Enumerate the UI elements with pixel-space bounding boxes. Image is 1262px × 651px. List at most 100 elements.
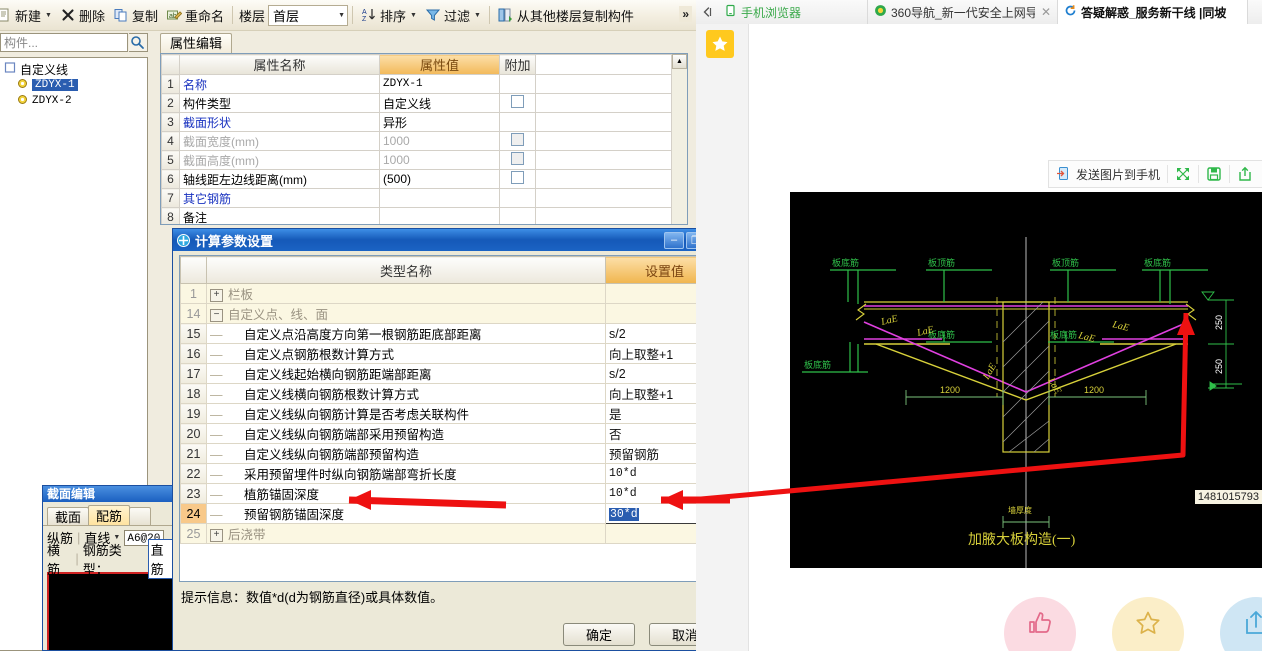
calc-dialog-titlebar[interactable]: 计算参数设置 – ❐ ✕ [173, 229, 696, 251]
row-value[interactable] [605, 303, 696, 324]
tab-section[interactable]: 截面 [47, 507, 90, 525]
row-attach[interactable] [499, 188, 536, 208]
tab-property-editor[interactable]: 属性编辑 [160, 33, 233, 53]
attach-checkbox[interactable] [511, 133, 524, 146]
toolbar-rename-button[interactable]: ab 重命名 [162, 2, 228, 28]
table-row[interactable]: 4 截面宽度(mm) 1000 [161, 131, 672, 151]
row-value[interactable]: 向上取整+1 [605, 383, 696, 404]
table-row[interactable]: 23 — 植筋锚固深度 10*d [180, 483, 696, 504]
table-row[interactable]: 25 + 后浇带 [180, 523, 696, 544]
tree-item-zdyx-1[interactable]: ZDYX-1 [0, 77, 147, 93]
property-scrollbar[interactable]: ▲ [671, 54, 687, 224]
row-attach[interactable] [499, 207, 536, 224]
row-value[interactable]: 异形 [379, 112, 500, 132]
row-value[interactable]: 向上取整+1 [605, 343, 696, 364]
toolbar-copy-from-floor-button[interactable]: 从其他楼层复制构件 [494, 2, 638, 28]
table-row[interactable]: 17 — 自定义线起始横向钢筋距端部距离 s/2 [180, 363, 696, 384]
floor-select[interactable]: 首层 ▼ [268, 4, 349, 26]
search-button[interactable] [129, 33, 148, 52]
tab-rebar[interactable]: 配筋 [88, 505, 131, 525]
minimize-button[interactable]: – [664, 231, 684, 249]
row-value[interactable] [605, 283, 696, 304]
row-attach[interactable] [499, 112, 536, 132]
attach-checkbox[interactable] [511, 152, 524, 165]
row-value[interactable] [379, 188, 500, 208]
table-row[interactable]: 7 其它钢筋 [161, 188, 672, 208]
table-row[interactable]: 18 — 自定义线横向钢筋根数计算方式 向上取整+1 [180, 383, 696, 404]
table-row[interactable]: 19 — 自定义线纵向钢筋计算是否考虑关联构件 是 [180, 403, 696, 424]
table-row[interactable]: 8 备注 [161, 207, 672, 224]
tab-scroll-left-button[interactable] [696, 0, 718, 24]
row-value[interactable]: 否 [605, 423, 696, 444]
table-row[interactable]: 1 名称 ZDYX-1 [161, 74, 672, 94]
row-value[interactable]: 自定义线 [379, 93, 500, 113]
chevron-down-icon[interactable]: ▼ [410, 12, 417, 19]
search-input[interactable]: 构件... [0, 33, 128, 52]
share-image-button[interactable] [1230, 161, 1260, 187]
row-value[interactable]: 预留钢筋 [605, 443, 696, 464]
table-row[interactable]: 1 + 栏板 [180, 283, 696, 304]
sidebar-favorite-button[interactable] [706, 30, 734, 58]
table-row[interactable]: 22 — 采用预留埋件时纵向钢筋端部弯折长度 10*d [180, 463, 696, 484]
toolbar-filter-button[interactable]: 过滤 ▼ [421, 2, 485, 28]
browser-tab-360nav[interactable]: 360导航_新一代安全上网导航 ✕ [868, 0, 1058, 24]
ok-button[interactable]: 确定 [563, 623, 635, 646]
table-row[interactable]: 21 — 自定义线纵向钢筋端部预留构造 预留钢筋 [180, 443, 696, 464]
table-row[interactable]: 16 — 自定义点钢筋根数计算方式 向上取整+1 [180, 343, 696, 364]
fullscreen-button[interactable] [1168, 161, 1198, 187]
section-preview-canvas[interactable] [47, 572, 178, 650]
row-value[interactable]: (500) [379, 169, 500, 189]
send-to-phone-button[interactable]: 发送图片到手机 [1049, 161, 1167, 187]
attach-checkbox[interactable] [511, 171, 524, 184]
row-value[interactable]: 10*d [605, 463, 696, 484]
row-attach[interactable] [499, 93, 536, 113]
tab-extra[interactable] [129, 507, 152, 525]
tree-item-zdyx-2[interactable]: ZDYX-2 [0, 93, 147, 109]
row-value[interactable]: 是 [605, 403, 696, 424]
row-value[interactable]: 1000 [379, 131, 500, 151]
row-value[interactable]: s/2 [605, 363, 696, 384]
expand-icon[interactable]: + [210, 529, 223, 543]
row-value[interactable] [605, 523, 696, 544]
row-value[interactable]: ZDYX-1 [379, 74, 500, 94]
toolbar-copy-button[interactable]: 复制 [109, 2, 162, 28]
chevron-down-icon[interactable]: ▼ [474, 12, 481, 19]
row-value[interactable]: 1000 [379, 150, 500, 170]
row-attach[interactable] [499, 74, 536, 94]
chevron-down-icon[interactable]: ▼ [45, 12, 52, 19]
image-watermark: 1481015793 [1194, 490, 1262, 504]
table-row[interactable]: 20 — 自定义线纵向钢筋端部采用预留构造 否 [180, 423, 696, 444]
table-row[interactable]: 5 截面高度(mm) 1000 [161, 150, 672, 170]
row-value[interactable]: 10*d [605, 483, 696, 504]
toolbar-delete-button[interactable]: 删除 [56, 2, 109, 28]
maximize-button[interactable]: ❐ [686, 231, 696, 249]
cad-drawing-image[interactable]: 板底筋 板顶筋 板顶筋 板底筋 板底筋 板底筋 板底筋 LaE LaE LaE … [790, 192, 1262, 568]
table-row[interactable]: 3 截面形状 异形 [161, 112, 672, 132]
table-row-selected[interactable]: 24 — 预留钢筋锚固深度 30*d [180, 503, 696, 524]
collapse-icon[interactable]: − [210, 309, 223, 323]
browser-tab-mobile[interactable]: 手机浏览器 [718, 0, 868, 24]
row-value[interactable]: s/2 [605, 323, 696, 344]
browser-tab-active[interactable]: 答疑解惑_服务新干线 |同坡 [1058, 0, 1248, 24]
table-row[interactable]: 15 — 自定义点沿高度方向第一根钢筋距底部距离 s/2 [180, 323, 696, 344]
save-image-button[interactable] [1199, 161, 1229, 187]
attach-checkbox[interactable] [511, 95, 524, 108]
toolbar-sort-button[interactable]: AZ 排序 ▼ [357, 2, 421, 28]
property-grid[interactable]: 属性名称 属性值 附加 1 名称 ZDYX-1 2 构件类型 自定义线 3 截面… [160, 53, 688, 225]
expand-icon[interactable]: + [210, 289, 223, 303]
table-row[interactable]: 6 轴线距左边线距离(mm) (500) [161, 169, 672, 189]
close-icon[interactable]: ✕ [1041, 5, 1051, 19]
table-row[interactable]: 2 构件类型 自定义线 [161, 93, 672, 113]
row-attach[interactable] [499, 169, 536, 189]
calc-params-grid[interactable]: 类型名称 设置值 1 + 栏板 14 − 自定义点、线、面 15 — 自定义点沿高度方… [179, 255, 696, 582]
toolbar-new-button[interactable]: 新建 ▼ [0, 2, 56, 28]
tree-root-item[interactable]: 自定义线 [0, 61, 147, 77]
cancel-button[interactable]: 取消 [649, 623, 696, 646]
table-row[interactable]: 14 − 自定义点、线、面 [180, 303, 696, 324]
scroll-up-icon[interactable]: ▲ [672, 54, 687, 69]
toolbar-overflow-button[interactable]: » [679, 6, 692, 22]
row-value-editor[interactable]: 30*d [605, 503, 696, 524]
row-value[interactable] [379, 207, 500, 224]
row-attach[interactable] [499, 131, 536, 151]
row-attach[interactable] [499, 150, 536, 170]
